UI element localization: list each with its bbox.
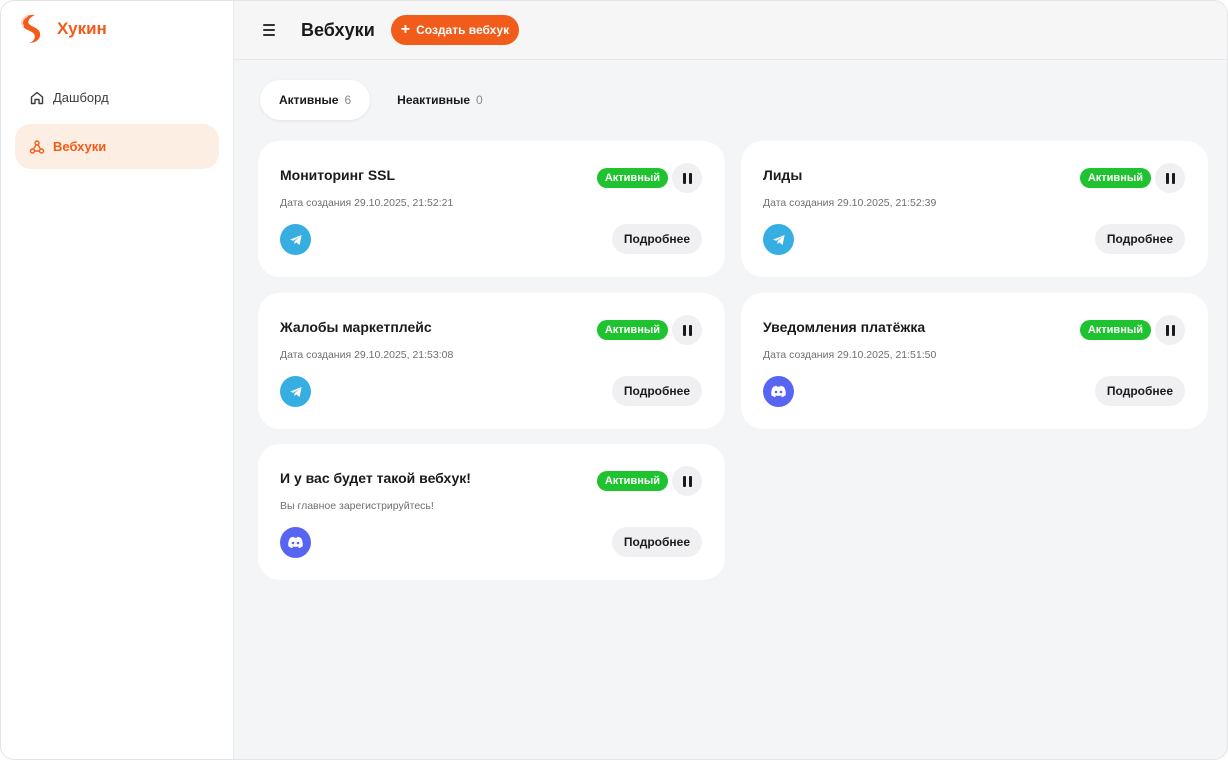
webhook-created-date: Дата создания 29.10.2025, 21:51:50: [763, 349, 937, 361]
webhook-card: Уведомления платёжка Дата создания 29.10…: [741, 293, 1208, 429]
plus-icon: +: [400, 21, 411, 38]
webhook-title: Мониторинг SSL: [280, 167, 396, 183]
status-badge: Активный: [596, 320, 668, 340]
sidebar-nav: Дашборд Вебхуки: [15, 75, 219, 173]
top-header: Вебхуки + Создать вебхук: [234, 1, 1227, 60]
sidebar-item-webhooks[interactable]: Вебхуки: [15, 124, 219, 169]
webhook-icon: [29, 139, 45, 154]
discord-icon: [280, 527, 311, 558]
webhook-subtitle: Вы главное зарегистрируйтесь!: [280, 500, 434, 512]
webhook-card: Лиды Дата создания 29.10.2025, 21:52:39 …: [741, 141, 1208, 277]
webhook-created-date: Дата создания 29.10.2025, 21:53:08: [280, 349, 454, 361]
details-button[interactable]: Подробнее: [611, 224, 702, 254]
sidebar-item-label: Вебхуки: [53, 139, 107, 154]
status-badge: Активный: [1079, 320, 1151, 340]
details-button[interactable]: Подробнее: [1094, 224, 1185, 254]
tab-active[interactable]: Активные 6: [260, 80, 371, 120]
home-icon: [30, 91, 44, 104]
tab-inactive[interactable]: Неактивные 0: [378, 80, 502, 120]
tab-label: Неактивные: [397, 93, 470, 107]
create-webhook-label: Создать вебхук: [416, 23, 510, 37]
create-webhook-button[interactable]: + Создать вебхук: [390, 15, 520, 45]
webhook-card: И у вас будет такой вебхук! Вы главное з…: [258, 444, 725, 580]
sidebar-item-dashboard[interactable]: Дашборд: [15, 75, 219, 120]
status-badge: Активный: [1079, 168, 1151, 188]
status-badge: Активный: [596, 168, 668, 188]
telegram-icon: [280, 376, 311, 407]
brand-name: Хукин: [57, 19, 107, 38]
tab-count: 0: [476, 93, 483, 107]
tab-label: Активные: [279, 93, 339, 107]
webhook-title: Жалобы маркетплейс: [280, 319, 432, 335]
status-badge: Активный: [596, 471, 668, 491]
details-button[interactable]: Подробнее: [611, 527, 702, 557]
webhook-card: Мониторинг SSL Дата создания 29.10.2025,…: [258, 141, 725, 277]
tab-count: 6: [344, 93, 352, 107]
logo-icon: [21, 14, 41, 43]
details-button[interactable]: Подробнее: [1094, 376, 1185, 406]
telegram-icon: [763, 224, 794, 255]
pause-button[interactable]: [672, 315, 702, 345]
pause-button[interactable]: [672, 163, 702, 193]
pause-button[interactable]: [672, 466, 702, 496]
pause-button[interactable]: [1155, 315, 1185, 345]
app-window: Хукин Дашборд Вебхуки Вебхуки + Создать …: [0, 0, 1228, 760]
webhook-title: Уведомления платёжка: [763, 319, 926, 335]
discord-icon: [763, 376, 794, 407]
webhook-created-date: Дата создания 29.10.2025, 21:52:39: [763, 197, 937, 209]
webhook-title: И у вас будет такой вебхук!: [280, 470, 471, 486]
telegram-icon: [280, 224, 311, 255]
webhook-title: Лиды: [763, 167, 803, 183]
brand[interactable]: Хукин: [17, 13, 107, 45]
hamburger-icon[interactable]: [263, 22, 279, 38]
sidebar-item-label: Дашборд: [53, 90, 109, 105]
webhook-created-date: Дата создания 29.10.2025, 21:52:21: [280, 197, 454, 209]
pause-button[interactable]: [1155, 163, 1185, 193]
details-button[interactable]: Подробнее: [611, 376, 702, 406]
status-tabs: Активные 6 Неактивные 0: [260, 80, 502, 120]
sidebar: Хукин Дашборд Вебхуки: [1, 1, 234, 759]
webhook-card: Жалобы маркетплейс Дата создания 29.10.2…: [258, 293, 725, 429]
page-title: Вебхуки: [301, 19, 375, 40]
